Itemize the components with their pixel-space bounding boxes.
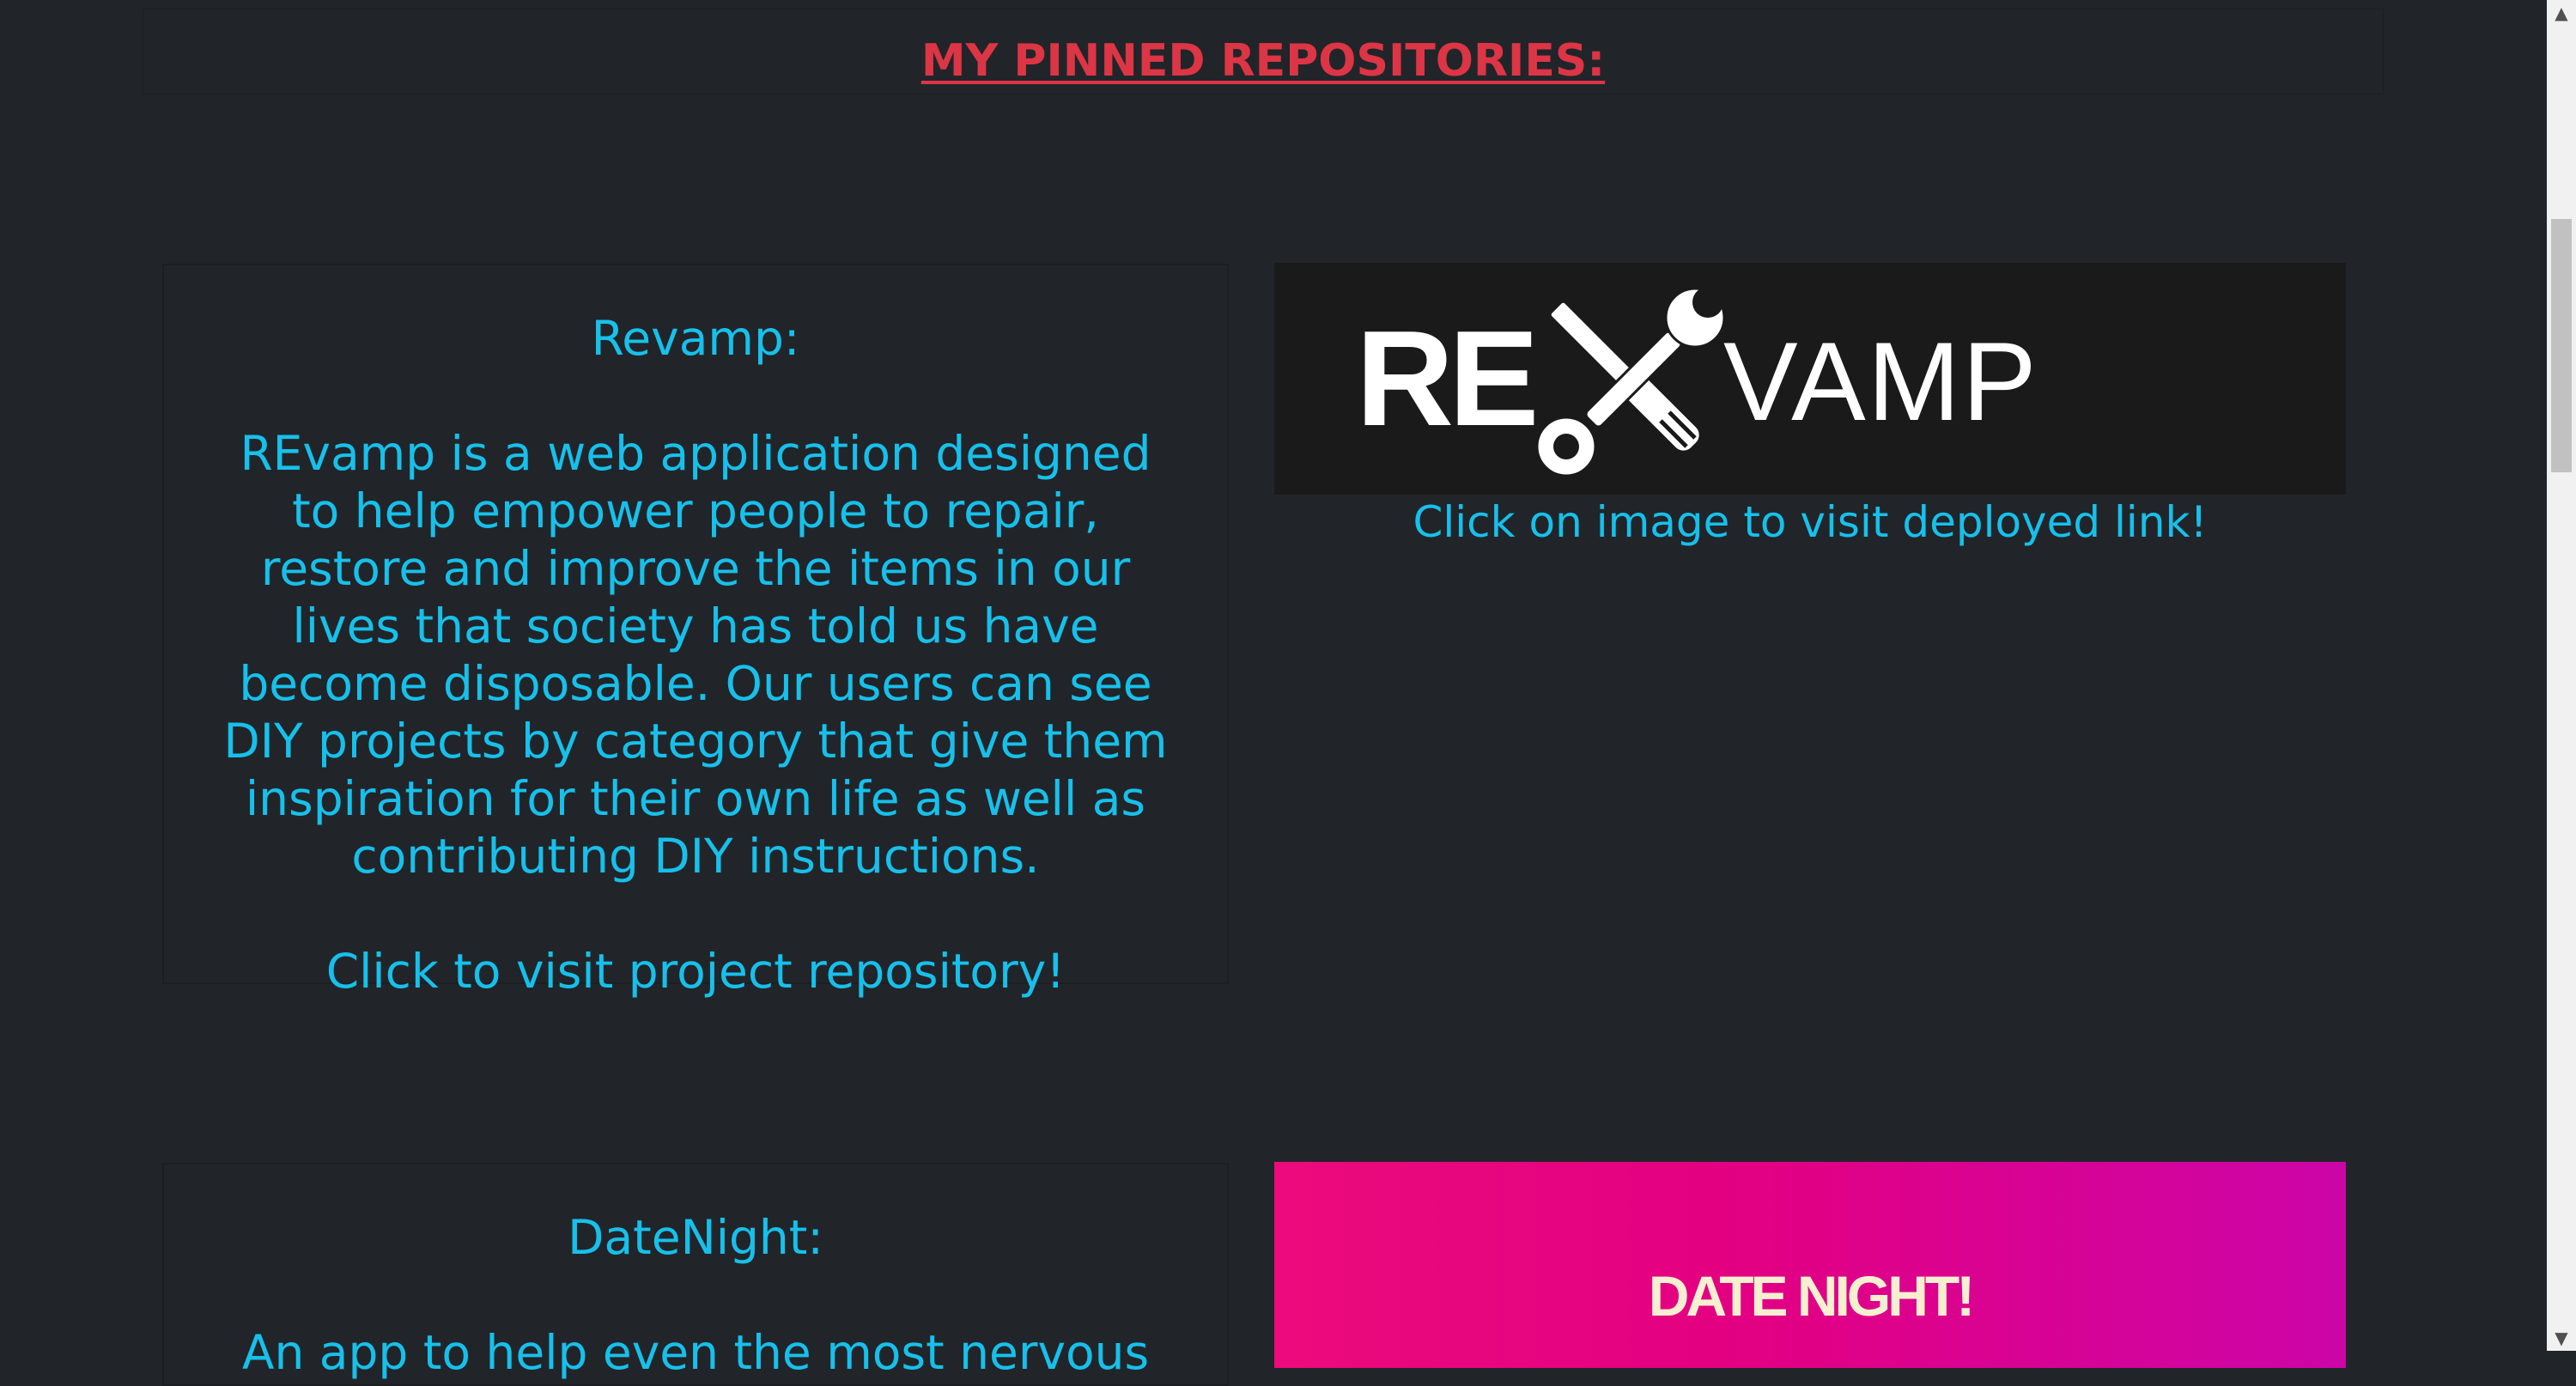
datenight-logo-text: DATE NIGHT! — [1648, 1264, 1975, 1328]
pinned-repos-header: MY PINNED REPOSITORIES: — [143, 9, 2384, 94]
scroll-down-icon[interactable]: ▼ — [2547, 1325, 2576, 1351]
scroll-up-icon[interactable]: ▲ — [2547, 0, 2576, 26]
logo-text-re: RE — [1356, 303, 1539, 454]
screwdriver-wrench-icon — [1535, 287, 1726, 477]
deployed-link-caption: Click on image to visit deployed link! — [1413, 497, 2208, 547]
vertical-scrollbar[interactable]: ▲ ▼ — [2547, 0, 2576, 1351]
page-title[interactable]: MY PINNED REPOSITORIES: — [921, 35, 1605, 87]
project-description: REvamp is a web application designed to … — [223, 426, 1168, 884]
project-title: Revamp: — [591, 311, 800, 366]
revamp-logo-image[interactable]: RE VAMP — [1274, 263, 2346, 495]
project-card-revamp: Revamp: REvamp is a web application desi… — [162, 264, 1229, 999]
repo-link[interactable]: Click to visit project repository! — [164, 943, 1227, 1000]
project-card-datenight: DateNight: An app to help even the most … — [162, 1163, 1229, 1386]
project-title: DateNight: — [568, 1210, 823, 1265]
datenight-logo-image[interactable]: DATE NIGHT! — [1274, 1162, 2346, 1368]
scroll-thumb[interactable] — [2551, 219, 2572, 472]
logo-text-vamp: VAMP — [1723, 319, 2038, 444]
project-description: An app to help even the most nervous — [241, 1325, 1150, 1380]
